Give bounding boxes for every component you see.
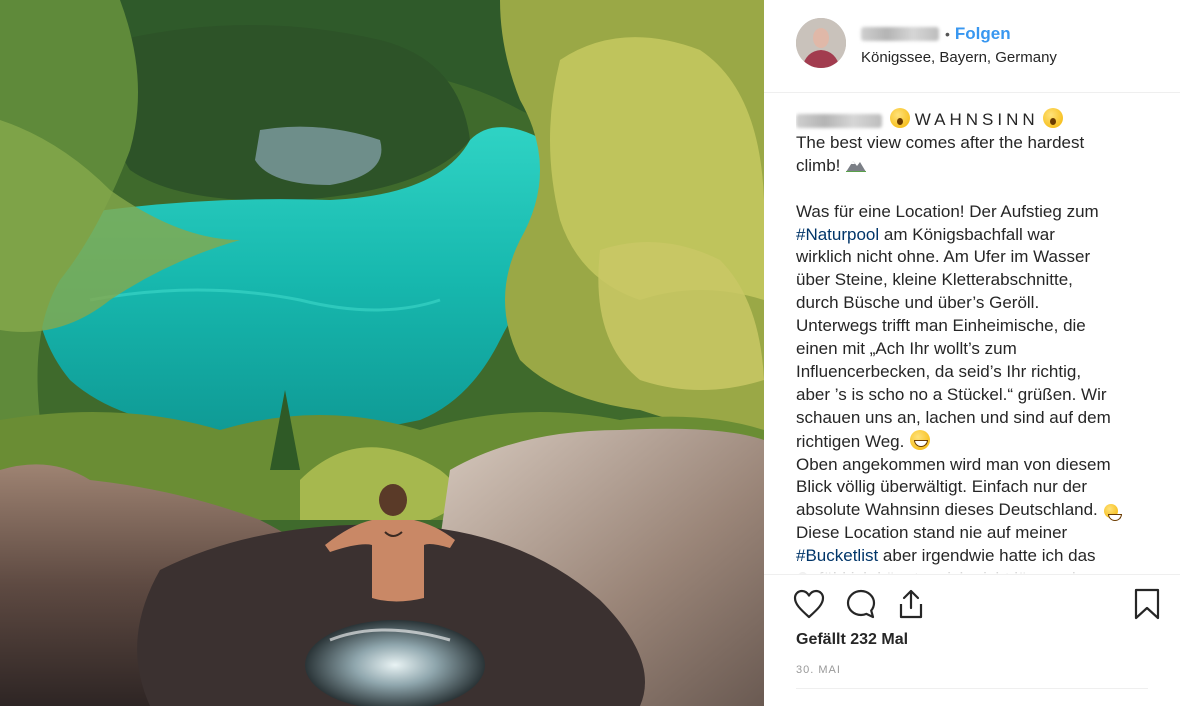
caption-text: wirklich nicht ohne. Am Ufer im Wasser	[796, 247, 1091, 267]
lake-landscape-image	[0, 0, 764, 706]
caption-title-line: WAHNSINN	[796, 108, 1156, 132]
user-silhouette-icon	[796, 18, 846, 68]
comment-button[interactable]	[844, 587, 878, 621]
caption-line: aber ’s is scho no a Stückel.“ grüßen. W…	[796, 384, 1156, 407]
caption-text: einen mit „Ach Ihr wollt’s zum	[796, 339, 1017, 359]
follow-button[interactable]: Folgen	[955, 24, 1011, 44]
caption-text: aber ’s is scho no a Stückel.“ grüßen. W…	[796, 384, 1107, 404]
share-icon	[899, 589, 923, 619]
astonished-face-icon	[1043, 108, 1064, 128]
location-link[interactable]: Königssee, Bayern, Germany	[861, 49, 1057, 66]
caption-line: einen mit „Ach Ihr wollt’s zum	[796, 338, 1156, 361]
caption-text: absolute Wahnsinn dieses Deutschland.	[796, 500, 1098, 520]
smiling-face-icon	[1103, 504, 1122, 522]
caption-line: #Bucketlist aber irgendwie hatte ich das	[796, 545, 1156, 568]
hashtag-link[interactable]: #Naturpool	[796, 225, 879, 244]
like-button[interactable]	[792, 587, 826, 621]
caption-text: Oben angekommen wird man von diesem	[796, 454, 1111, 474]
caption-text: climb!	[796, 155, 841, 175]
caption-text: Diese Location stand nie auf meiner	[796, 523, 1068, 543]
caption-text: Unterwegs trifft man Einheimische, die	[796, 316, 1086, 336]
caption-text: schauen uns an, lachen und sind auf dem	[796, 407, 1111, 427]
caption-line: Was für eine Location! Der Aufstieg zum	[796, 201, 1156, 224]
post-photo[interactable]	[0, 0, 764, 706]
caption-line: absolute Wahnsinn dieses Deutschland.	[796, 499, 1156, 522]
blurred-username[interactable]	[796, 113, 882, 128]
caption-title: WAHNSINN	[914, 110, 1039, 129]
caption-line: Oben angekommen wird man von diesem	[796, 454, 1156, 477]
caption-line: Blick völlig überwältigt. Einfach nur de…	[796, 476, 1156, 499]
caption-line: Unterwegs trifft man Einheimische, die	[796, 315, 1156, 338]
caption-text: durch Büsche und über’s Geröll.	[796, 293, 1040, 313]
avatar[interactable]	[796, 18, 846, 68]
caption-text: Was für eine Location! Der Aufstieg zum	[796, 201, 1099, 221]
post-sidebar: • Folgen Königssee, Bayern, Germany WAHN…	[764, 0, 1180, 706]
caption-text: am Königsbachfall war	[879, 224, 1055, 244]
blurred-username[interactable]	[861, 27, 939, 41]
caption-text: aber irgendwie hatte ich das	[878, 546, 1096, 566]
action-bar: Gefällt 232 Mal 30. MAI	[764, 574, 1180, 707]
caption-line: Diese Location stand nie auf meiner	[796, 522, 1156, 545]
comment-icon	[846, 589, 876, 619]
caption-text: Influencerbecken, da seid’s Ihr richtig,	[796, 361, 1082, 381]
divider	[796, 688, 1148, 689]
caption-text: über Steine, kleine Kletterabschnitte,	[796, 270, 1073, 290]
like-count[interactable]: Gefällt 232 Mal	[796, 631, 908, 649]
grinning-sweat-face-icon	[910, 429, 931, 450]
caption-line: über Steine, kleine Kletterabschnitte,	[796, 269, 1156, 292]
share-button[interactable]	[894, 587, 928, 621]
user-row: • Folgen	[861, 24, 1011, 44]
caption-line: schauen uns an, lachen und sind auf dem	[796, 407, 1156, 430]
post-header: • Folgen Königssee, Bayern, Germany	[764, 0, 1180, 93]
caption-line: climb!	[796, 155, 1156, 178]
caption-line: #Naturpool am Königsbachfall war	[796, 224, 1156, 247]
hashtag-link[interactable]: #Bucketlist	[796, 546, 878, 565]
post-date[interactable]: 30. MAI	[796, 664, 841, 676]
save-button[interactable]	[1130, 587, 1164, 621]
bookmark-icon	[1134, 588, 1160, 620]
follow-separator: •	[945, 26, 950, 42]
caption-paragraph: Was für eine Location! Der Aufstieg zum #…	[796, 201, 1156, 574]
caption-line: The best view comes after the hardest	[796, 132, 1085, 152]
caption-text: Blick völlig überwältigt. Einfach nur de…	[796, 477, 1088, 497]
astonished-face-icon	[890, 108, 910, 128]
mountain-icon	[846, 160, 867, 172]
caption-text: richtigen Weg.	[796, 431, 905, 451]
caption-line: richtigen Weg.	[796, 429, 1156, 454]
caption-line: wirklich nicht ohne. Am Ufer im Wasser	[796, 246, 1156, 269]
caption: WAHNSINN The best view comes after the h…	[796, 108, 1156, 574]
heart-icon	[793, 589, 825, 619]
caption-line: durch Büsche und über’s Geröll.	[796, 292, 1156, 315]
caption-line: Influencerbecken, da seid’s Ihr richtig,	[796, 361, 1156, 384]
